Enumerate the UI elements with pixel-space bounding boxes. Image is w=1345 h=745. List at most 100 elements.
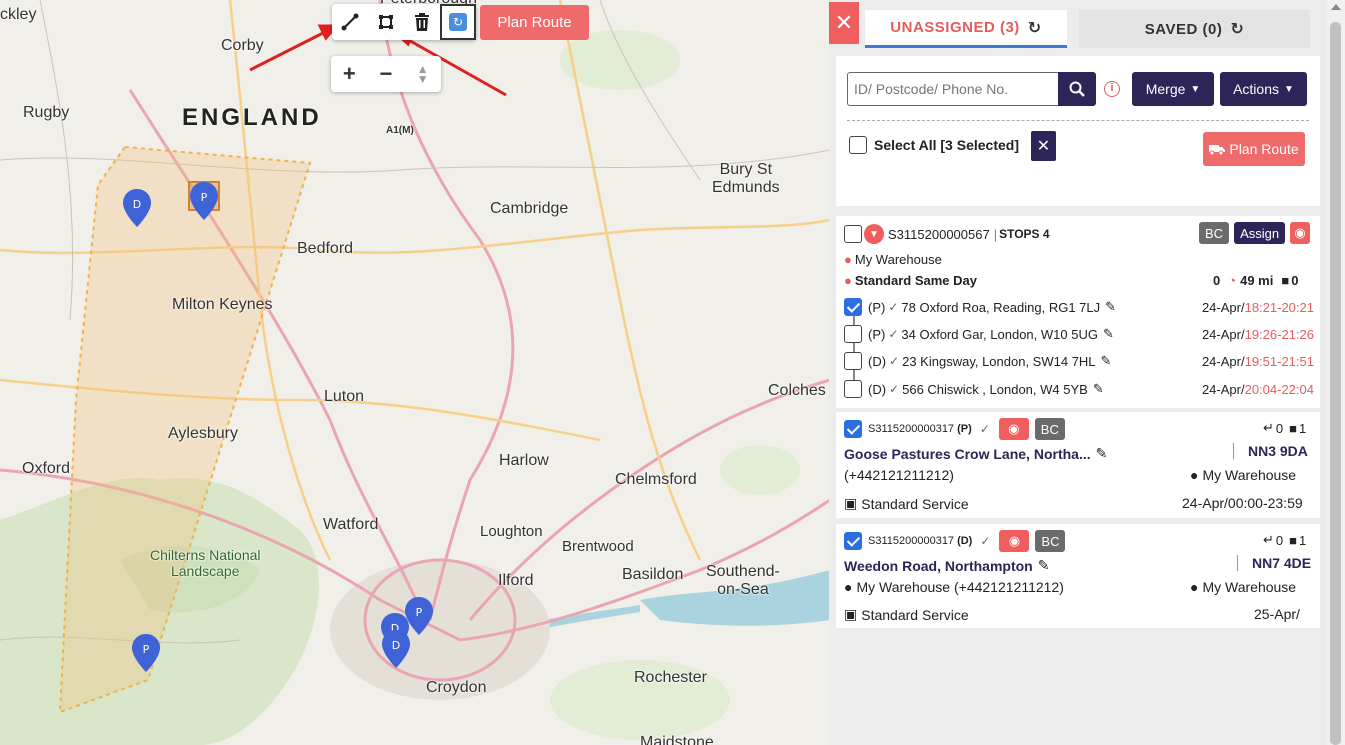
box-icon: ■ xyxy=(1289,532,1297,548)
place-basildon: Basildon xyxy=(622,566,684,583)
draw-line-button[interactable] xyxy=(332,4,368,40)
stop-checkbox[interactable] xyxy=(844,380,862,398)
delete-shape-button[interactable] xyxy=(404,4,440,40)
refresh-icon[interactable]: ↻ xyxy=(1028,18,1042,38)
user-icon: ● xyxy=(844,273,852,288)
map-pin-delivery[interactable]: D xyxy=(123,189,151,227)
tab-saved[interactable]: SAVED (0) ↻ xyxy=(1079,10,1310,48)
refresh-map-button[interactable]: ↻ xyxy=(440,4,476,40)
job-postcode: NN7 4DE xyxy=(1252,555,1312,571)
job-contact: My Warehouse (+442121211212) xyxy=(856,579,1064,595)
chevron-down-icon[interactable]: ▼ xyxy=(864,224,884,244)
tab-unassigned[interactable]: UNASSIGNED (3) ↻ xyxy=(865,10,1067,48)
route-service: Standard Same Day xyxy=(854,273,977,288)
select-all-checkbox[interactable] xyxy=(849,136,867,154)
zoom-out-button[interactable]: − xyxy=(371,56,401,92)
job-card: S3115200000317 (P) ✓ ◉ BC ↵ 0 ■ 1 Goose … xyxy=(836,412,1320,518)
map-pin-pickup[interactable]: P xyxy=(132,634,160,672)
place-chilterns: Chilterns National Landscape xyxy=(150,547,261,579)
road-a1m: A1(M) xyxy=(386,125,414,136)
job-card: S3115200000317 (D) ✓ ◉ BC ↵ 0 ■ 1 Weedon… xyxy=(836,524,1320,628)
edit-icon[interactable]: ✎ xyxy=(1096,445,1108,462)
eye-icon[interactable]: ◉ xyxy=(1290,222,1311,244)
edit-icon[interactable]: ✎ xyxy=(1101,353,1112,369)
refresh-icon[interactable]: ↻ xyxy=(1230,19,1244,39)
edit-icon[interactable]: ✎ xyxy=(1038,557,1050,574)
stop-checkbox[interactable] xyxy=(844,325,862,343)
map-view[interactable]: ckley Peterborough Corby Rugby ENGLAND A… xyxy=(0,0,830,745)
draw-polygon-button[interactable] xyxy=(368,4,404,40)
search-button[interactable] xyxy=(1058,72,1096,106)
bc-badge[interactable]: BC xyxy=(1199,222,1230,244)
route-icon xyxy=(1209,145,1226,156)
return-icon: ↵ xyxy=(1263,532,1274,547)
bc-badge[interactable]: BC xyxy=(1035,530,1066,552)
check-icon: ✓ xyxy=(888,300,899,314)
clear-selection-button[interactable]: ✕ xyxy=(1031,131,1056,161)
search-input[interactable] xyxy=(847,72,1059,106)
close-panel-button[interactable]: ✕ xyxy=(829,2,859,44)
place-aylesbury: Aylesbury xyxy=(168,425,238,442)
user-icon: ● xyxy=(1190,467,1199,483)
route-card: ▼ S3115200000567 | STOPS 4 BC Assign ◉ ●… xyxy=(836,216,1320,408)
check-icon: ✓ xyxy=(980,534,991,548)
bc-badge[interactable]: BC xyxy=(1034,418,1065,440)
zoom-in-button[interactable]: + xyxy=(334,56,364,92)
trash-icon xyxy=(415,13,429,31)
map-pin-delivery[interactable]: D xyxy=(382,630,410,668)
scroll-up-icon[interactable] xyxy=(1331,4,1341,10)
map-pin-pickup[interactable]: P xyxy=(190,182,218,220)
edit-icon[interactable]: ✎ xyxy=(1105,299,1116,315)
check-icon: ✓ xyxy=(979,422,990,436)
assign-button[interactable]: Assign xyxy=(1234,222,1286,244)
place-maidstone: Maidstone xyxy=(640,734,714,745)
scrollbar-thumb[interactable] xyxy=(1330,22,1341,745)
stop-row: (P) ✓ 34 Oxford Gar, London, W10 5UG ✎ 2… xyxy=(844,325,1314,343)
edit-icon[interactable]: ✎ xyxy=(1093,381,1104,397)
stop-checkbox[interactable] xyxy=(844,352,862,370)
job-type: (P) xyxy=(957,423,972,435)
draw-polygon-icon xyxy=(379,15,393,29)
panel-tabs: UNASSIGNED (3) ↻ SAVED (0) ↻ xyxy=(865,8,1311,50)
stop-row: (D) ✓ 566 Chiswick , London, W4 5YB ✎ 24… xyxy=(844,380,1314,398)
eye-icon[interactable]: ◉ xyxy=(999,530,1030,552)
place-rochester: Rochester xyxy=(634,669,707,686)
compass-icon[interactable]: ▲ ▼ xyxy=(408,63,438,85)
return-icon: ↵ xyxy=(1263,420,1274,435)
place-watford: Watford xyxy=(323,516,379,533)
merge-dropdown[interactable]: Merge ▼ xyxy=(1132,72,1214,106)
search-icon xyxy=(1069,81,1085,97)
route-warehouse: My Warehouse xyxy=(854,252,942,267)
stop-checkbox[interactable] xyxy=(844,298,862,316)
route-count: 0 xyxy=(1213,273,1221,288)
edit-icon[interactable]: ✎ xyxy=(1103,326,1114,342)
job-postcode: NN3 9DA xyxy=(1248,443,1308,459)
place-loughton: Loughton xyxy=(480,523,543,540)
job-window: 24-Apr/00:00-23:59 xyxy=(1182,495,1303,511)
job-service: Standard Service xyxy=(861,606,969,623)
plan-route-button[interactable]: Plan Route xyxy=(1203,132,1305,166)
place-ilford: Ilford xyxy=(498,572,534,589)
route-checkbox[interactable] xyxy=(844,225,862,243)
actions-dropdown[interactable]: Actions ▼ xyxy=(1220,72,1307,106)
refresh-icon: ↻ xyxy=(449,13,467,31)
box-icon: ■ xyxy=(1281,273,1290,288)
place-milton-keynes: Milton Keynes xyxy=(172,296,273,313)
place-buckley: ckley xyxy=(0,6,37,23)
job-checkbox[interactable] xyxy=(844,532,862,550)
map-plan-route-button[interactable]: Plan Route xyxy=(480,5,589,40)
job-checkbox[interactable] xyxy=(844,420,862,438)
job-address: Goose Pastures Crow Lane, Northa... xyxy=(844,445,1091,462)
scrollbar[interactable] xyxy=(1327,0,1345,745)
user-icon: ● xyxy=(844,252,852,267)
place-croydon: Croydon xyxy=(426,679,487,696)
eye-icon[interactable]: ◉ xyxy=(998,418,1029,440)
route-distance: 49 mi xyxy=(1240,273,1274,288)
zoom-controls: + − ▲ ▼ xyxy=(331,56,441,92)
info-icon[interactable]: i xyxy=(1104,81,1120,97)
job-phone: (+442121211212) xyxy=(844,467,954,483)
divider xyxy=(847,120,1309,121)
select-all[interactable]: Select All [3 Selected] xyxy=(849,136,1019,154)
check-icon: ✓ xyxy=(889,354,900,368)
place-bedford: Bedford xyxy=(297,240,354,257)
